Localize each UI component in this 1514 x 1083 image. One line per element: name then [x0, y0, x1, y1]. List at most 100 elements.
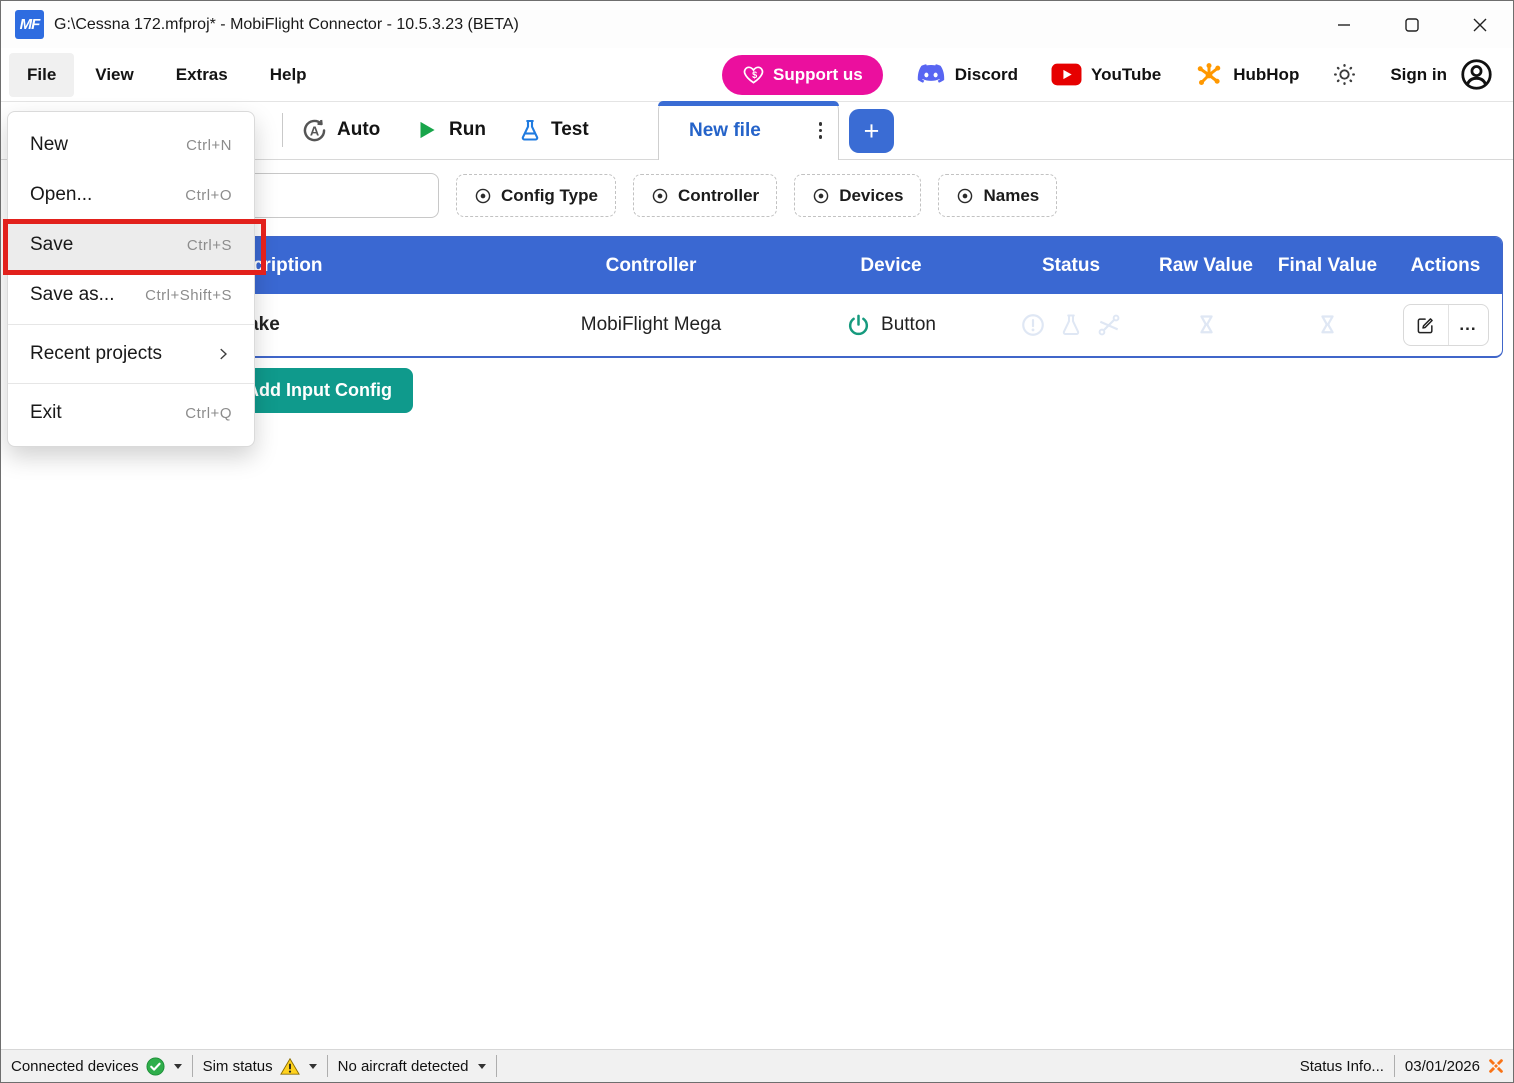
more-actions-button[interactable]: ... — [1448, 305, 1488, 345]
filter-devices-label: Devices — [839, 186, 903, 206]
check-circle-icon — [146, 1057, 165, 1076]
menu-extras[interactable]: Extras — [155, 53, 249, 97]
statusbar-right: Status Info... 03/01/2026 — [1290, 1050, 1513, 1082]
auto-button[interactable]: A Auto — [301, 101, 380, 159]
file-menu-save-as[interactable]: Save as... Ctrl+Shift+S — [8, 270, 254, 320]
target-icon — [812, 187, 830, 205]
file-menu-open[interactable]: Open... Ctrl+O — [8, 170, 254, 220]
menu-help[interactable]: Help — [249, 53, 328, 97]
menu-bar: File View Extras Help $ Support us Disco… — [1, 48, 1513, 102]
auto-label: Auto — [337, 119, 380, 141]
sign-in-button[interactable]: Sign in — [1390, 58, 1493, 91]
file-menu-exit[interactable]: Exit Ctrl+Q — [8, 388, 254, 438]
target-icon — [474, 187, 492, 205]
discord-icon — [916, 63, 946, 87]
col-actions: Actions — [1389, 255, 1502, 277]
row-device-label: Button — [881, 314, 936, 336]
run-play-icon — [414, 117, 440, 143]
row-actions: ... — [1389, 304, 1502, 346]
app-window: MF G:\Cessna 172.mfproj* - MobiFlight Co… — [0, 0, 1514, 1083]
support-us-label: Support us — [773, 65, 863, 85]
file-menu-save-as-label: Save as... — [30, 284, 115, 306]
dropdown-caret-icon — [478, 1064, 486, 1069]
file-menu-open-shortcut: Ctrl+O — [185, 187, 232, 204]
col-final-value: Final Value — [1266, 255, 1389, 277]
file-menu-recent-projects[interactable]: Recent projects — [8, 329, 254, 379]
minimize-icon — [1337, 18, 1351, 32]
file-menu-new[interactable]: New Ctrl+N — [8, 120, 254, 170]
warning-triangle-icon — [280, 1057, 300, 1076]
connected-devices-label: Connected devices — [11, 1058, 139, 1075]
run-button[interactable]: Run — [414, 101, 486, 159]
menu-file[interactable]: File — [9, 53, 74, 97]
tab-new-file[interactable]: New file — [658, 101, 839, 160]
row-status-icons — [996, 312, 1146, 338]
sun-icon — [1332, 62, 1357, 87]
menu-view[interactable]: View — [74, 53, 154, 97]
filter-controller[interactable]: Controller — [633, 174, 777, 217]
test-flask-icon — [518, 118, 542, 143]
row-device: Button — [786, 313, 996, 338]
file-menu-exit-label: Exit — [30, 402, 62, 424]
file-menu-new-label: New — [30, 134, 68, 156]
dropdown-caret-icon — [309, 1064, 317, 1069]
window-controls — [1299, 1, 1503, 48]
chevron-right-icon — [214, 345, 232, 363]
status-info-link[interactable]: Status Info... — [1290, 1050, 1394, 1082]
auto-icon: A — [301, 117, 328, 144]
tab-menu-icon[interactable] — [819, 122, 823, 139]
sign-in-label: Sign in — [1390, 65, 1447, 85]
warning-circle-icon — [1020, 312, 1046, 338]
new-tab-button[interactable]: + — [849, 109, 894, 153]
file-menu-new-shortcut: Ctrl+N — [186, 137, 232, 154]
msfs-connection-icon — [1487, 1057, 1505, 1075]
filter-config-type-label: Config Type — [501, 186, 598, 206]
sim-status[interactable]: Sim status — [193, 1050, 327, 1082]
tab-label: New file — [689, 120, 761, 142]
filter-chips: Config Type Controller Devices Names — [456, 174, 1057, 217]
save-highlight-annotation — [3, 219, 266, 275]
menu-divider — [8, 383, 254, 384]
app-logo-icon: MF — [15, 10, 44, 39]
edit-row-button[interactable] — [1404, 305, 1448, 345]
statusbar-divider — [496, 1055, 497, 1077]
svg-text:A: A — [310, 123, 319, 138]
connected-devices-status[interactable]: Connected devices — [1, 1050, 192, 1082]
col-raw-value: Raw Value — [1146, 255, 1266, 277]
maximize-button[interactable] — [1389, 1, 1435, 48]
hubhop-link[interactable]: HubHop — [1194, 60, 1299, 90]
filter-controller-label: Controller — [678, 186, 759, 206]
test-button[interactable]: Test — [518, 101, 589, 159]
status-bar: Connected devices Sim status No aircraft… — [1, 1049, 1513, 1082]
test-label: Test — [551, 119, 589, 141]
power-button-icon — [846, 313, 871, 338]
filter-names[interactable]: Names — [938, 174, 1057, 217]
discord-link[interactable]: Discord — [916, 63, 1018, 87]
theme-toggle-button[interactable] — [1332, 62, 1357, 87]
menu-divider — [8, 324, 254, 325]
youtube-icon — [1051, 63, 1082, 86]
close-icon — [1473, 18, 1487, 32]
toolbar-separator — [282, 113, 283, 147]
col-controller: Controller — [516, 255, 786, 277]
heart-dollar-icon: $ — [742, 63, 765, 86]
toolbar-border-right — [839, 159, 1513, 160]
aircraft-status-label: No aircraft detected — [338, 1058, 469, 1075]
filter-config-type[interactable]: Config Type — [456, 174, 616, 217]
filter-names-label: Names — [983, 186, 1039, 206]
run-label: Run — [449, 119, 486, 141]
minimize-button[interactable] — [1321, 1, 1367, 48]
target-icon — [956, 187, 974, 205]
menubar-links: $ Support us Discord YouTube — [722, 55, 1513, 95]
aircraft-status[interactable]: No aircraft detected — [328, 1050, 496, 1082]
discord-label: Discord — [955, 65, 1018, 85]
support-us-button[interactable]: $ Support us — [722, 55, 883, 95]
col-device: Device — [786, 255, 996, 277]
status-info-label: Status Info... — [1300, 1058, 1384, 1075]
row-final-value — [1266, 312, 1389, 339]
filter-devices[interactable]: Devices — [794, 174, 921, 217]
youtube-link[interactable]: YouTube — [1051, 63, 1161, 86]
maximize-icon — [1405, 18, 1419, 32]
close-button[interactable] — [1457, 1, 1503, 48]
test-state-flask-icon — [1059, 313, 1083, 337]
